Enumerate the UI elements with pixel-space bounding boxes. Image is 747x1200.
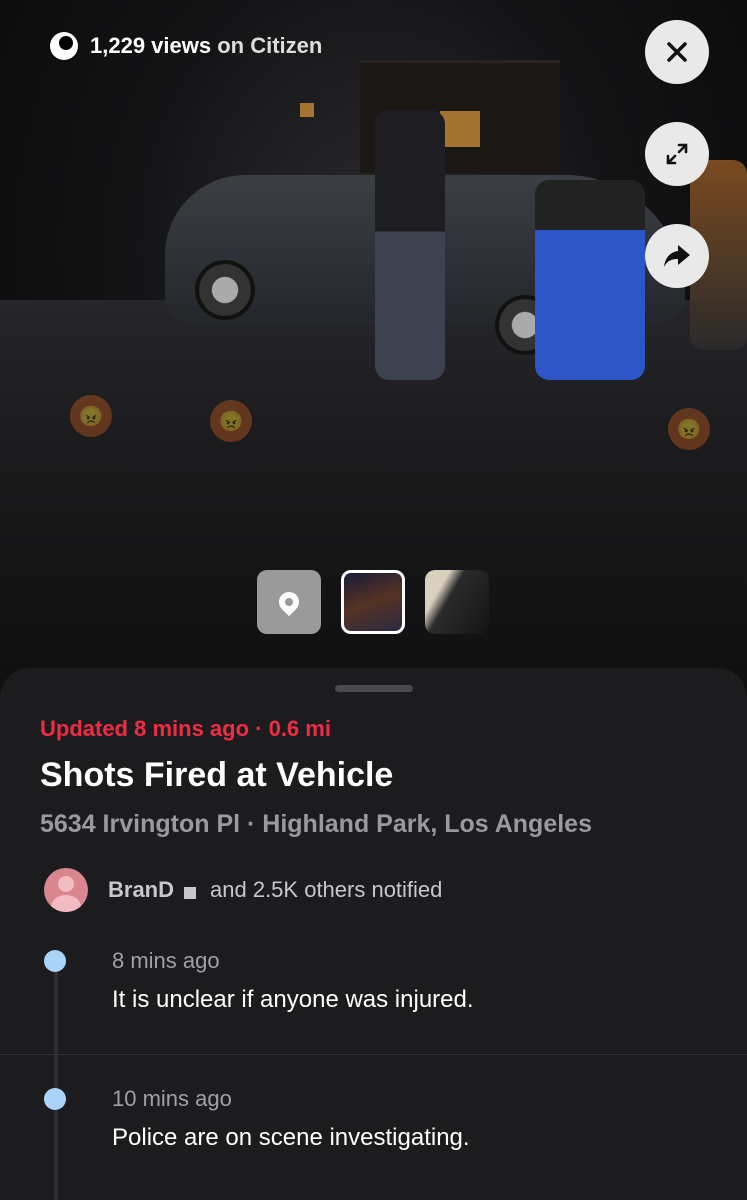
incident-title: Shots Fired at Vehicle [40, 756, 394, 794]
expand-icon [666, 143, 688, 165]
timeline-text: It is unclear if anyone was injured. [112, 986, 474, 1013]
incident-address[interactable]: 5634 Irvington Pl · Highland Park, Los A… [40, 810, 592, 839]
incident-sheet[interactable]: Updated 8 mins ago · 0.6 mi Shots Fired … [0, 668, 747, 1200]
video-player[interactable]: 😠 😠 😠 1,229 views on Citizen [0, 0, 747, 700]
views-source: on Citizen [217, 33, 323, 58]
window-light [440, 111, 480, 147]
close-button[interactable] [645, 20, 709, 84]
officer-figure [375, 110, 445, 380]
view-count: 1,229 views on Citizen [50, 32, 322, 60]
timeline-time: 8 mins ago [112, 948, 220, 973]
timeline-time: 10 mins ago [112, 1086, 232, 1111]
expand-button[interactable] [645, 122, 709, 186]
angry-reaction-icon: 😠 [70, 395, 112, 437]
notified-others: and 2.5K others notified [210, 877, 443, 902]
share-icon [664, 245, 690, 267]
timeline-line [54, 968, 58, 1200]
map-thumbnail[interactable] [257, 570, 321, 634]
video-thumbnail[interactable] [425, 570, 489, 634]
drag-handle[interactable] [335, 685, 413, 692]
angry-reaction-icon: 😠 [210, 400, 252, 442]
eye-icon [50, 32, 78, 60]
close-icon [667, 42, 687, 62]
timeline-dot [44, 950, 66, 972]
timeline-text: Police are on scene investigating. [112, 1124, 470, 1151]
views-count: 1,229 views [90, 33, 212, 58]
person-figure [535, 180, 645, 380]
timeline-dot [44, 1088, 66, 1110]
update-status: Updated 8 mins ago · 0.6 mi [40, 716, 331, 741]
angry-reaction-icon: 😠 [668, 408, 710, 450]
window-light [300, 103, 314, 117]
video-thumbnail-selected[interactable] [341, 570, 405, 634]
avatar [44, 868, 88, 912]
notified-user: BranD [108, 877, 175, 902]
share-button[interactable] [645, 224, 709, 288]
media-thumbnails [257, 570, 489, 634]
divider [0, 1054, 747, 1055]
car-wheel [195, 260, 255, 320]
location-pin-icon [274, 587, 304, 617]
notified-row[interactable]: BranD and 2.5K others notified [44, 868, 442, 912]
user-badge-icon [184, 886, 197, 899]
